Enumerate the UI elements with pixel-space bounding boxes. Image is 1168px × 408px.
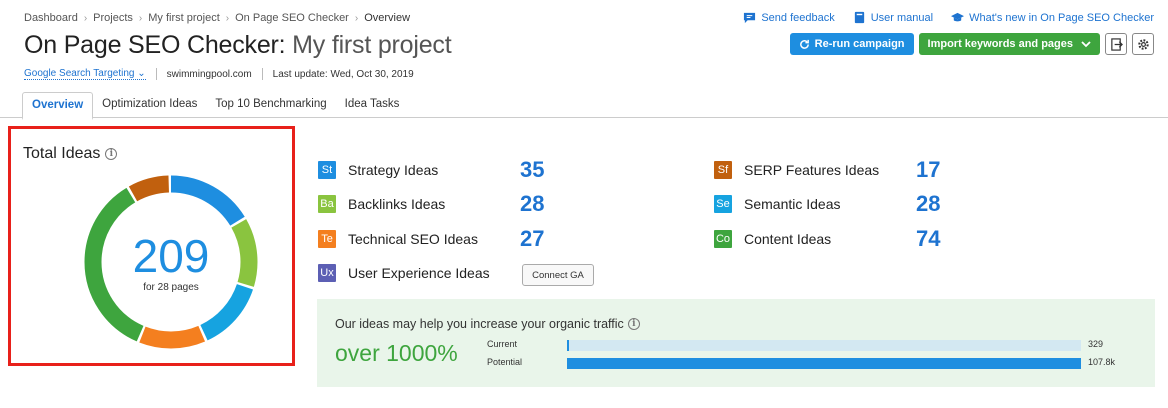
whats-new-label: What's new in On Page SEO Checker — [969, 11, 1154, 24]
user-manual-label: User manual — [870, 11, 934, 24]
user-experience-badge: Ux — [318, 264, 336, 282]
breadcrumb-project[interactable]: My first project — [148, 12, 220, 24]
import-keywords-label: Import keywords and pages — [927, 38, 1073, 50]
chevron-right-icon: › — [138, 12, 143, 24]
tabs: Overview Optimization Ideas Top 10 Bench… — [22, 92, 408, 120]
project-domain: swimmingpool.com — [166, 68, 252, 80]
send-feedback-label: Send feedback — [761, 11, 835, 24]
info-icon[interactable]: i — [105, 148, 118, 160]
current-bar — [567, 340, 1081, 351]
backlinks-label: Backlinks Ideas — [348, 196, 446, 212]
idea-strategy[interactable]: St Strategy Ideas 35 — [318, 157, 544, 182]
strategy-badge: St — [318, 161, 336, 179]
semantic-label: Semantic Ideas — [744, 196, 841, 212]
idea-user-experience: Ux User Experience Ideas Connect GA — [318, 263, 594, 286]
technical-seo-label: Technical SEO Ideas — [348, 231, 478, 247]
refresh-icon — [799, 39, 809, 49]
content-label: Content Ideas — [744, 231, 832, 247]
chevron-right-icon: › — [354, 12, 359, 24]
tab-optimization-ideas[interactable]: Optimization Ideas — [93, 92, 206, 120]
page-title-project: My first project — [292, 31, 452, 59]
last-update: Last update: Wed, Oct 30, 2019 — [272, 68, 414, 80]
search-targeting-label: Google Search Targeting — [24, 68, 135, 79]
backlinks-badge: Ba — [318, 195, 336, 213]
idea-semantic[interactable]: Se Semantic Ideas 28 — [714, 191, 940, 216]
tab-overview[interactable]: Overview — [22, 92, 94, 120]
top-links: Send feedback User manual What's new in … — [743, 11, 1154, 24]
project-info: Google Search Targeting ⌄ swimmingpool.c… — [24, 68, 414, 80]
import-keywords-button[interactable]: Import keywords and pages — [918, 33, 1100, 55]
idea-backlinks[interactable]: Ba Backlinks Ideas 28 — [318, 191, 544, 216]
semantic-badge: Se — [714, 195, 732, 213]
breadcrumb: Dashboard › Projects › My first project … — [24, 12, 410, 24]
chevron-down-icon: ⌄ — [137, 68, 146, 79]
traffic-title-label: Our ideas may help you increase your org… — [335, 317, 624, 331]
total-ideas-label: Total Ideas — [23, 145, 101, 162]
potential-bar — [567, 358, 1081, 369]
user-experience-label: User Experience Ideas — [348, 265, 490, 281]
serp-features-label: SERP Features Ideas — [744, 162, 880, 178]
book-icon — [854, 11, 864, 24]
whats-new-link[interactable]: What's new in On Page SEO Checker — [951, 11, 1154, 24]
idea-content[interactable]: Co Content Ideas 74 — [714, 226, 940, 251]
user-manual-link[interactable]: User manual — [853, 11, 933, 24]
content-badge: Co — [714, 230, 732, 248]
backlinks-count[interactable]: 28 — [520, 191, 544, 217]
search-targeting-dropdown[interactable]: Google Search Targeting ⌄ — [24, 68, 146, 80]
chevron-down-icon — [1081, 41, 1091, 48]
breadcrumb-current: Overview — [364, 12, 411, 24]
serp-features-count[interactable]: 17 — [916, 157, 940, 183]
rerun-campaign-button[interactable]: Re-run campaign — [789, 33, 914, 55]
rerun-campaign-label: Re-run campaign — [814, 38, 905, 50]
page-title-tool: On Page SEO Checker: — [24, 31, 286, 59]
total-ideas-count: 209 — [132, 230, 210, 282]
strategy-label: Strategy Ideas — [348, 162, 439, 178]
traffic-title: Our ideas may help you increase your org… — [335, 317, 640, 331]
technical-seo-badge: Te — [318, 230, 336, 248]
current-bar-fill — [567, 340, 569, 351]
connect-ga-button[interactable]: Connect GA — [522, 264, 594, 286]
traffic-increase: over 1000% — [335, 340, 458, 366]
total-ideas-panel: Total Ideas i 209 for 28 pages — [8, 126, 295, 366]
divider — [261, 68, 263, 80]
gear-icon — [1137, 38, 1149, 50]
potential-label: Potential — [487, 357, 523, 367]
semantic-count[interactable]: 28 — [916, 191, 940, 217]
export-icon — [1110, 37, 1123, 51]
total-ideas-pages: for 28 pages — [143, 282, 199, 293]
send-feedback-link[interactable]: Send feedback — [743, 11, 835, 24]
graduation-cap-icon — [951, 12, 965, 22]
total-ideas-title: Total Ideas i — [23, 145, 118, 163]
serp-features-badge: Sf — [714, 161, 732, 179]
current-value: 329 — [1088, 339, 1104, 349]
info-icon[interactable]: i — [627, 318, 640, 330]
technical-seo-count[interactable]: 27 — [520, 226, 544, 252]
breadcrumb-projects[interactable]: Projects — [93, 12, 133, 24]
chevron-right-icon: › — [83, 12, 88, 24]
tab-idea-tasks[interactable]: Idea Tasks — [336, 92, 409, 120]
divider — [155, 68, 157, 80]
traffic-forecast-panel: Our ideas may help you increase your org… — [317, 299, 1155, 387]
tab-top10-benchmarking[interactable]: Top 10 Benchmarking — [206, 92, 335, 120]
header-actions: Re-run campaign Import keywords and page… — [789, 33, 1154, 55]
content-count[interactable]: 74 — [916, 226, 940, 252]
strategy-count[interactable]: 35 — [520, 157, 544, 183]
breadcrumb-dashboard[interactable]: Dashboard — [24, 12, 78, 24]
breadcrumb-tool[interactable]: On Page SEO Checker — [235, 12, 349, 24]
potential-value: 107.8k — [1088, 357, 1116, 367]
idea-serp-features[interactable]: Sf SERP Features Ideas 17 — [714, 157, 940, 182]
chevron-right-icon: › — [225, 12, 230, 24]
chat-icon — [744, 12, 756, 24]
current-label: Current — [487, 339, 518, 349]
potential-bar-fill — [567, 358, 1081, 369]
idea-technical-seo[interactable]: Te Technical SEO Ideas 27 — [318, 226, 544, 251]
settings-button[interactable] — [1132, 33, 1154, 55]
page-title: On Page SEO Checker: My first project — [24, 31, 452, 60]
export-button[interactable] — [1105, 33, 1127, 55]
